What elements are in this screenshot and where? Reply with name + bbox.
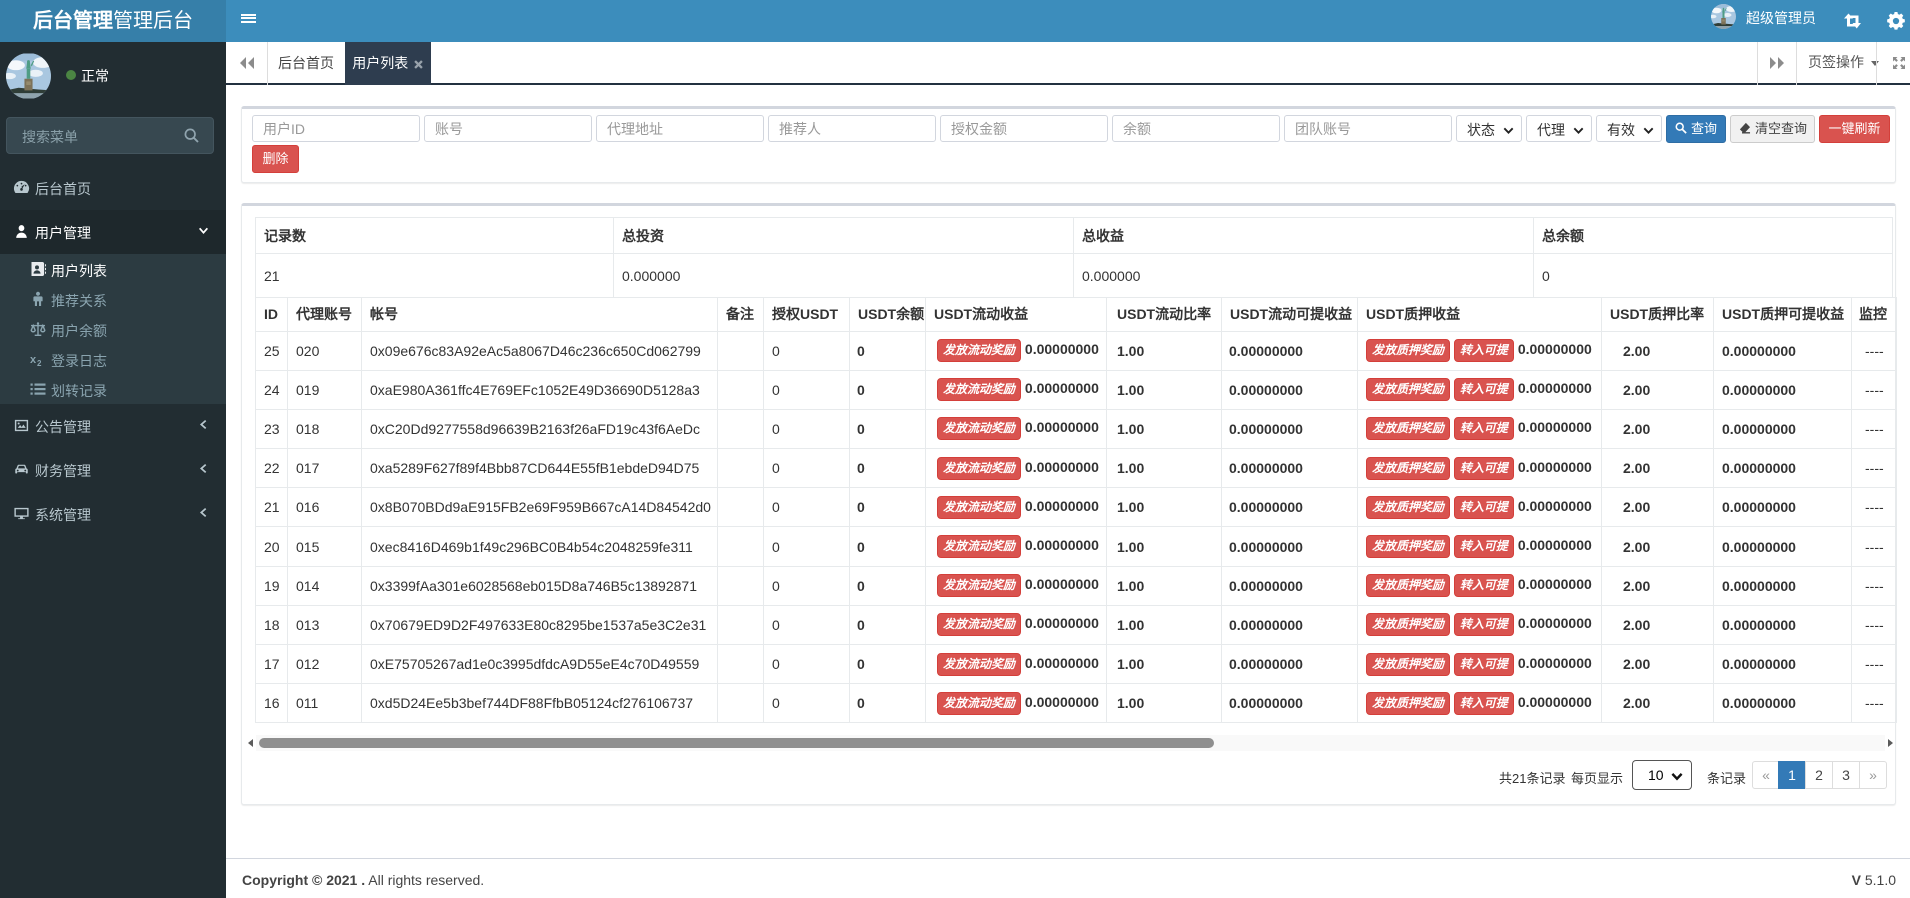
svg-text:2: 2 [37, 359, 42, 367]
svg-text:x: x [30, 354, 37, 366]
